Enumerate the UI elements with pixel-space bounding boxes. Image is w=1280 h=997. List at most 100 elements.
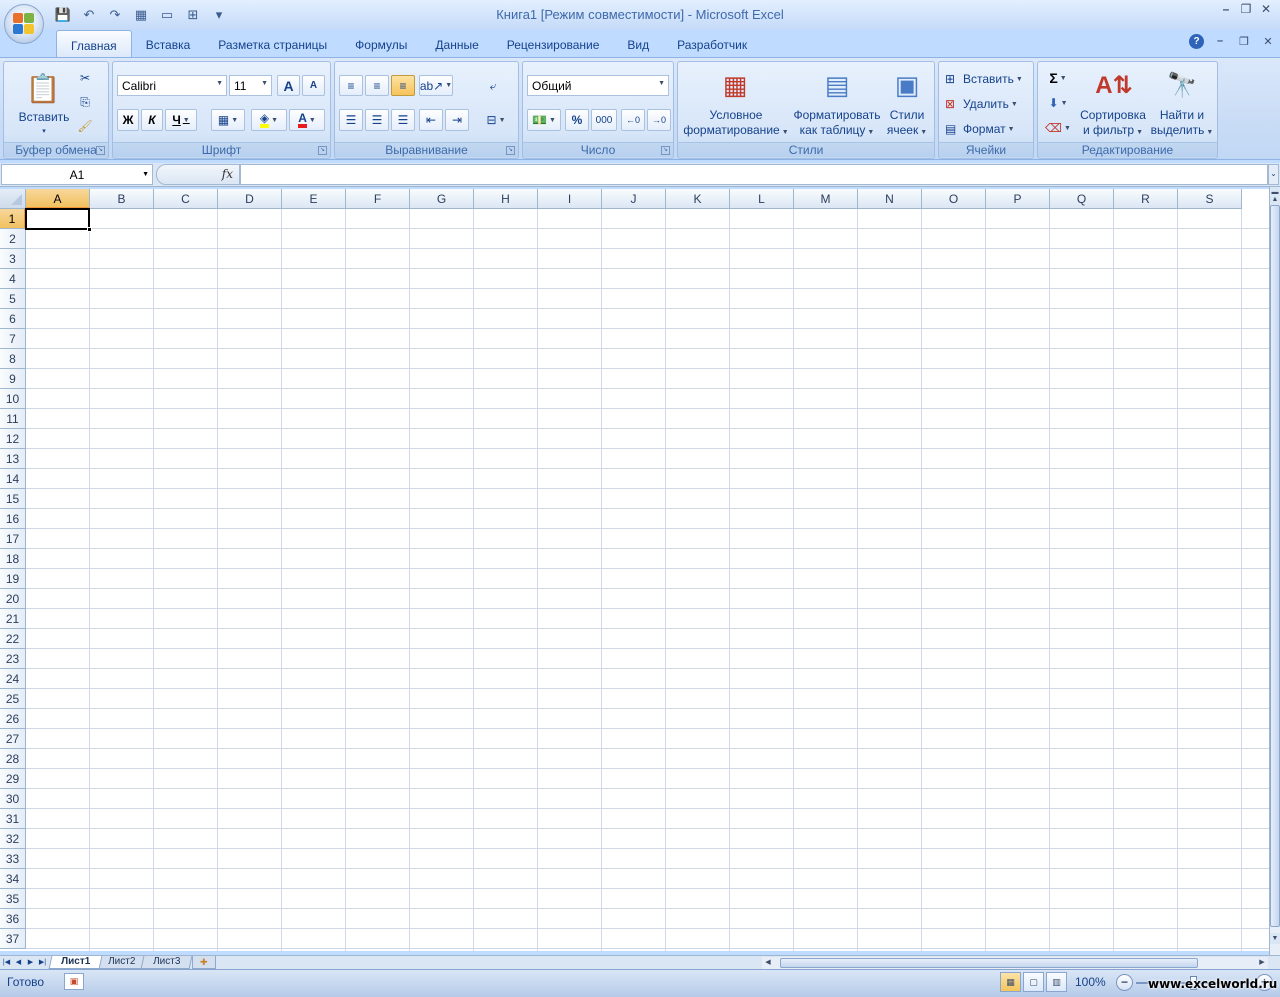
tab-home[interactable]: Главная <box>56 30 132 58</box>
number-launcher-icon[interactable]: ↘ <box>661 146 670 155</box>
align-center-icon[interactable]: ☰ <box>365 109 389 131</box>
name-box-dropdown-icon[interactable]: ▼ <box>142 165 149 185</box>
fill-handle[interactable] <box>87 227 92 232</box>
font-color-button[interactable]: A ▼ <box>289 109 325 131</box>
bold-button[interactable]: Ж <box>117 109 139 131</box>
record-macro-icon[interactable]: ▣ <box>64 973 84 990</box>
row-header[interactable]: 22 <box>0 629 26 649</box>
next-sheet-icon[interactable]: ▶ <box>26 956 35 969</box>
column-header[interactable]: A <box>26 189 90 209</box>
fill-button[interactable]: ⬇ ▼ <box>1042 93 1074 113</box>
row-header[interactable]: 12 <box>0 429 26 449</box>
insert-sheet-icon[interactable]: ✚ <box>191 956 216 969</box>
alignment-launcher-icon[interactable]: ↘ <box>506 146 515 155</box>
scroll-down-icon[interactable]: ▼ <box>1270 933 1280 944</box>
tab-page-layout[interactable]: Разметка страницы <box>204 30 341 58</box>
tab-view[interactable]: Вид <box>613 30 663 58</box>
row-header[interactable]: 29 <box>0 769 26 789</box>
tab-data[interactable]: Данные <box>421 30 492 58</box>
scroll-up-icon[interactable]: ▲ <box>1270 194 1280 205</box>
row-header[interactable]: 26 <box>0 709 26 729</box>
row-header[interactable]: 7 <box>0 329 26 349</box>
conditional-formatting-icon[interactable]: ▦ <box>718 68 752 102</box>
row-header[interactable]: 1 <box>0 209 26 229</box>
sort-filter-button[interactable]: Сортировка и фильтр ▼ <box>1076 108 1150 140</box>
horizontal-scroll-thumb[interactable] <box>780 958 1198 968</box>
insert-cells-button[interactable]: ⊞ Вставить ▼ <box>945 69 1033 89</box>
number-format-combo[interactable]: Общий ▼ <box>527 75 669 96</box>
row-header[interactable]: 36 <box>0 909 26 929</box>
column-header[interactable]: Q <box>1050 189 1114 209</box>
find-select-icon[interactable]: 🔭 <box>1164 67 1200 103</box>
row-header[interactable]: 11 <box>0 409 26 429</box>
row-header[interactable]: 18 <box>0 549 26 569</box>
tab-formulas[interactable]: Формулы <box>341 30 421 58</box>
expand-formula-bar-icon[interactable]: ⌄ <box>1268 164 1279 185</box>
currency-button[interactable]: 💵 ▼ <box>527 109 561 131</box>
row-header[interactable]: 16 <box>0 509 26 529</box>
copy-icon[interactable]: ⎘ <box>74 92 96 112</box>
normal-view-icon[interactable]: ▦ <box>1000 972 1021 992</box>
workbook-minimize-button[interactable]: – <box>1212 33 1228 49</box>
row-header[interactable]: 30 <box>0 789 26 809</box>
italic-button[interactable]: К <box>141 109 163 131</box>
column-header[interactable]: G <box>410 189 474 209</box>
row-header[interactable]: 8 <box>0 349 26 369</box>
align-top-icon[interactable]: ≡ <box>339 75 363 96</box>
delete-cells-button[interactable]: ⊠ Удалить ▼ <box>945 94 1033 114</box>
format-as-table-icon[interactable]: ▤ <box>820 68 854 102</box>
insert-function-icon[interactable]: fx <box>222 167 233 181</box>
font-launcher-icon[interactable]: ↘ <box>318 146 327 155</box>
page-layout-view-icon[interactable]: ▢ <box>1023 972 1044 992</box>
thousands-button[interactable]: 000 <box>591 109 617 131</box>
cut-icon[interactable]: ✂ <box>74 68 96 88</box>
format-painter-icon[interactable]: 🖌 <box>74 116 96 136</box>
row-header[interactable]: 21 <box>0 609 26 629</box>
percent-button[interactable]: % <box>565 109 589 131</box>
column-header[interactable]: S <box>1178 189 1242 209</box>
zoom-out-icon[interactable]: − <box>1116 974 1133 991</box>
format-cells-button[interactable]: ▤ Формат ▼ <box>945 119 1033 139</box>
close-button[interactable]: ✕ <box>1256 0 1276 18</box>
decrease-decimal-icon[interactable]: →0 <box>647 109 671 131</box>
shrink-font-button[interactable]: A <box>302 75 325 96</box>
formula-input[interactable] <box>240 164 1268 185</box>
column-header[interactable]: D <box>218 189 282 209</box>
horizontal-scrollbar[interactable]: ◀ ▶ <box>762 957 1268 969</box>
align-right-icon[interactable]: ☰ <box>391 109 415 131</box>
increase-decimal-icon[interactable]: ←0 <box>621 109 645 131</box>
row-header[interactable]: 17 <box>0 529 26 549</box>
zoom-level[interactable]: 100% <box>1075 975 1106 989</box>
clipboard-launcher-icon[interactable]: ↘ <box>96 146 105 155</box>
tab-insert[interactable]: Вставка <box>132 30 205 58</box>
decrease-indent-icon[interactable]: ⇤ <box>419 109 443 131</box>
orientation-button[interactable]: ab↗ ▼ <box>419 75 453 96</box>
column-header[interactable]: M <box>794 189 858 209</box>
clear-button[interactable]: ⌫ ▼ <box>1042 118 1074 138</box>
row-header[interactable]: 13 <box>0 449 26 469</box>
column-header[interactable]: N <box>858 189 922 209</box>
column-header[interactable]: P <box>986 189 1050 209</box>
row-header[interactable]: 24 <box>0 669 26 689</box>
row-header[interactable]: 32 <box>0 829 26 849</box>
prev-sheet-icon[interactable]: ◀ <box>14 956 23 969</box>
align-bottom-icon[interactable]: ≡ <box>391 75 415 96</box>
vertical-scroll-thumb[interactable] <box>1270 205 1280 927</box>
column-header[interactable]: B <box>90 189 154 209</box>
select-all-button[interactable] <box>0 189 26 209</box>
row-header[interactable]: 28 <box>0 749 26 769</box>
sheet-tab-1[interactable]: Лист1 <box>48 956 103 969</box>
row-header[interactable]: 5 <box>0 289 26 309</box>
underline-button[interactable]: Ч ▼ <box>165 109 197 131</box>
increase-indent-icon[interactable]: ⇥ <box>445 109 469 131</box>
row-header[interactable]: 10 <box>0 389 26 409</box>
row-header[interactable]: 3 <box>0 249 26 269</box>
align-middle-icon[interactable]: ≡ <box>365 75 389 96</box>
restore-button[interactable]: ❐ <box>1236 0 1256 18</box>
tab-developer[interactable]: Разработчик <box>663 30 761 58</box>
workbook-restore-button[interactable]: ❐ <box>1236 33 1252 49</box>
row-header[interactable]: 6 <box>0 309 26 329</box>
row-header[interactable]: 27 <box>0 729 26 749</box>
paste-button[interactable]: Вставить <box>10 110 78 125</box>
borders-button[interactable]: ▦ ▼ <box>211 109 245 131</box>
